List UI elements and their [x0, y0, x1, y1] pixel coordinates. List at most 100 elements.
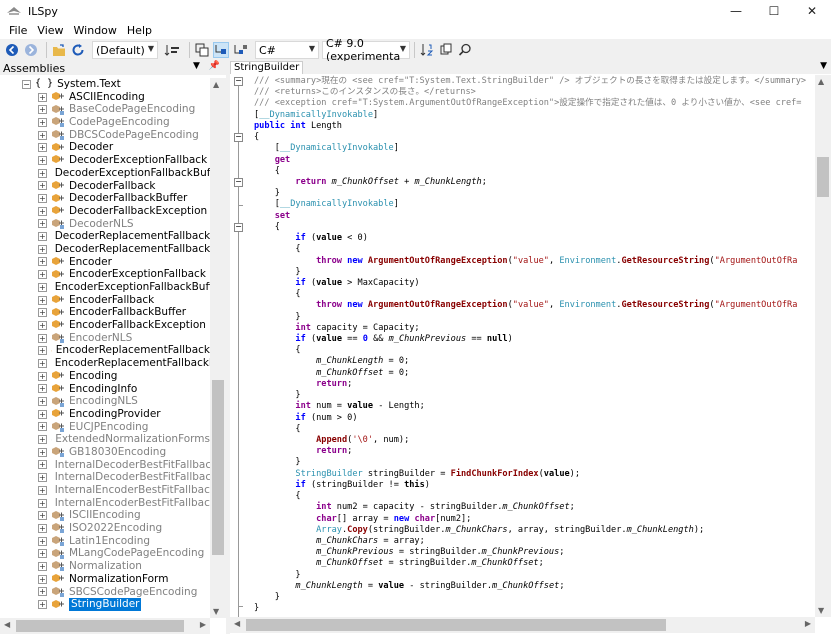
- code-scroll-thumb[interactable]: [817, 157, 829, 197]
- menu-help[interactable]: Help: [122, 24, 157, 37]
- tree-vertical-scrollbar[interactable]: ▲ ▼: [210, 78, 226, 618]
- expand-toggle-icon[interactable]: +: [38, 371, 47, 381]
- tree-hscroll-thumb[interactable]: [16, 620, 184, 632]
- show-public-only-icon[interactable]: [213, 42, 229, 58]
- scroll-left-icon[interactable]: ◀: [234, 619, 240, 628]
- tree-item-decoderreplacementfallback[interactable]: + DecoderReplacementFallback: [0, 230, 210, 243]
- tree-item-eucjpencoding[interactable]: + EUCJPEncoding: [0, 421, 210, 434]
- fold-toggle-icon[interactable]: −: [234, 178, 243, 187]
- expand-toggle-icon[interactable]: +: [38, 536, 47, 546]
- tab-list-chevron-down-icon[interactable]: ▼: [820, 61, 827, 71]
- expand-toggle-icon[interactable]: +: [38, 485, 47, 495]
- tree-item-decodernls[interactable]: + DecoderNLS: [0, 218, 210, 231]
- tree-item-encodingnls[interactable]: + EncodingNLS: [0, 395, 210, 408]
- expand-toggle-icon[interactable]: +: [38, 257, 47, 267]
- forward-icon[interactable]: [23, 42, 39, 58]
- maximize-button[interactable]: ☐: [755, 0, 793, 22]
- tree-item-decoderexceptionfallback[interactable]: + DecoderExceptionFallback: [0, 154, 210, 167]
- expand-toggle-icon[interactable]: +: [38, 244, 47, 254]
- scroll-up-icon[interactable]: ▲: [213, 80, 219, 89]
- expand-toggle-icon[interactable]: +: [38, 460, 47, 470]
- tab-stringbuilder[interactable]: StringBuilder: [230, 61, 304, 74]
- expand-toggle-icon[interactable]: +: [38, 473, 47, 483]
- tree-item-mlangcodepageencoding[interactable]: + MLangCodePageEncoding: [0, 547, 210, 560]
- expand-toggle-icon[interactable]: +: [38, 333, 47, 343]
- tree-item-encoderreplacementfallbackbuffer[interactable]: + EncoderReplacementFallbackBuffer: [0, 357, 210, 370]
- tree-item-latin1encoding[interactable]: + Latin1Encoding: [0, 535, 210, 548]
- tree-item-encodernls[interactable]: + EncoderNLS: [0, 332, 210, 345]
- code-hscroll-thumb[interactable]: [246, 619, 666, 631]
- scroll-down-icon[interactable]: ▼: [213, 607, 219, 616]
- tree-item-internalencoderbestfitfallbackbuffer[interactable]: + InternalEncoderBestFitFallbackBuffer: [0, 497, 210, 510]
- fold-toggle-icon[interactable]: −: [234, 133, 243, 142]
- fold-toggle-icon[interactable]: −: [234, 77, 243, 86]
- expand-toggle-icon[interactable]: +: [38, 422, 47, 432]
- expand-toggle-icon[interactable]: +: [38, 447, 47, 457]
- tree-item-encoder[interactable]: + Encoder: [0, 256, 210, 269]
- tree-item-extendednormalizationforms[interactable]: + ExtendedNormalizationForms: [0, 433, 210, 446]
- menu-file[interactable]: File: [4, 24, 32, 37]
- tree-item-decoderexceptionfallbackbuffer[interactable]: + DecoderExceptionFallbackBuffer: [0, 167, 210, 180]
- manage-assembly-lists-icon[interactable]: [419, 42, 435, 58]
- back-icon[interactable]: [4, 42, 20, 58]
- tree-item-encoderfallbackexception[interactable]: + EncoderFallbackException: [0, 319, 210, 332]
- menu-view[interactable]: View: [32, 24, 68, 37]
- expand-toggle-icon[interactable]: +: [38, 206, 47, 216]
- minimize-button[interactable]: —: [717, 0, 755, 22]
- scroll-right-icon[interactable]: ▶: [805, 619, 811, 628]
- expand-toggle-icon[interactable]: +: [38, 295, 47, 305]
- fold-toggle-icon[interactable]: −: [234, 223, 243, 232]
- assembly-list-combo[interactable]: (Default) ▼: [92, 41, 158, 59]
- tree-item-codepageencoding[interactable]: + CodePageEncoding: [0, 116, 210, 129]
- expand-toggle-icon[interactable]: +: [38, 523, 47, 533]
- show-all-members-icon[interactable]: [232, 42, 248, 58]
- tree-item-internaldecoderbestfitfallbackbuffer[interactable]: + InternalDecoderBestFitFallbackBuffer: [0, 471, 210, 484]
- assembly-tree[interactable]: − { } System.Text + ASCIIEncoding + BaseCod…: [0, 78, 210, 618]
- refresh-icon[interactable]: [70, 42, 86, 58]
- expand-toggle-icon[interactable]: +: [38, 346, 47, 356]
- expand-toggle-icon[interactable]: +: [38, 282, 47, 292]
- close-button[interactable]: ✕: [793, 0, 831, 22]
- tree-item-internaldecoderbestfitfallback[interactable]: + InternalDecoderBestFitFallback: [0, 459, 210, 472]
- expand-toggle-icon[interactable]: +: [38, 587, 47, 597]
- expand-toggle-icon[interactable]: +: [38, 549, 47, 559]
- tree-item-encoderreplacementfallback[interactable]: + EncoderReplacementFallback: [0, 344, 210, 357]
- scroll-down-icon[interactable]: ▼: [818, 606, 824, 615]
- expand-toggle-icon[interactable]: +: [38, 155, 47, 165]
- language-version-combo[interactable]: C# 9.0 (experimenta ▼: [322, 37, 410, 63]
- expand-toggle-icon[interactable]: +: [38, 181, 47, 191]
- tree-item-normalizationform[interactable]: + NormalizationForm: [0, 573, 210, 586]
- tree-item-decoderfallback[interactable]: + DecoderFallback: [0, 180, 210, 193]
- expand-toggle-icon[interactable]: +: [38, 384, 47, 394]
- code-editor[interactable]: − − − − /// <summary>現在の <see cref="T:Sy…: [230, 75, 815, 617]
- tree-item-encoderexceptionfallback[interactable]: + EncoderExceptionFallback: [0, 268, 210, 281]
- tree-horizontal-scrollbar[interactable]: ◀ ▶: [0, 618, 210, 634]
- expand-toggle-icon[interactable]: +: [38, 308, 47, 318]
- tree-item-iso2022encoding[interactable]: + ISO2022Encoding: [0, 522, 210, 535]
- tree-item-encoderfallbackbuffer[interactable]: + EncoderFallbackBuffer: [0, 306, 210, 319]
- tree-item-basecodepageencoding[interactable]: + BaseCodePageEncoding: [0, 103, 210, 116]
- expand-toggle-icon[interactable]: +: [38, 232, 47, 242]
- tree-item-decoder[interactable]: + Decoder: [0, 141, 210, 154]
- code-vertical-scrollbar[interactable]: ▲ ▼: [815, 75, 831, 617]
- expand-toggle-icon[interactable]: +: [38, 600, 47, 610]
- tree-item-encoding[interactable]: + Encoding: [0, 370, 210, 383]
- expand-toggle-icon[interactable]: +: [38, 409, 47, 419]
- code-horizontal-scrollbar[interactable]: ◀ ▶: [230, 617, 815, 633]
- scroll-right-icon[interactable]: ▶: [200, 620, 206, 629]
- pane-menu-icon[interactable]: ▼: [193, 61, 200, 71]
- tree-item-normalization[interactable]: + Normalization: [0, 560, 210, 573]
- tree-item-isciiencoding[interactable]: + ISCIIEncoding: [0, 509, 210, 522]
- expand-toggle-icon[interactable]: +: [38, 435, 47, 445]
- expand-toggle-icon[interactable]: +: [38, 397, 47, 407]
- open-folder-icon[interactable]: [51, 42, 67, 58]
- tree-item-encodinginfo[interactable]: + EncodingInfo: [0, 383, 210, 396]
- tree-scroll-thumb[interactable]: [212, 380, 224, 555]
- expand-toggle-icon[interactable]: +: [38, 561, 47, 571]
- scroll-left-icon[interactable]: ◀: [4, 620, 10, 629]
- debug-steps-icon[interactable]: [438, 42, 454, 58]
- expand-toggle-icon[interactable]: +: [38, 168, 47, 178]
- expand-toggle-icon[interactable]: +: [38, 194, 47, 204]
- tree-item-internalencoderbestfitfallback[interactable]: + InternalEncoderBestFitFallback: [0, 484, 210, 497]
- tree-item-encodingprovider[interactable]: + EncodingProvider: [0, 408, 210, 421]
